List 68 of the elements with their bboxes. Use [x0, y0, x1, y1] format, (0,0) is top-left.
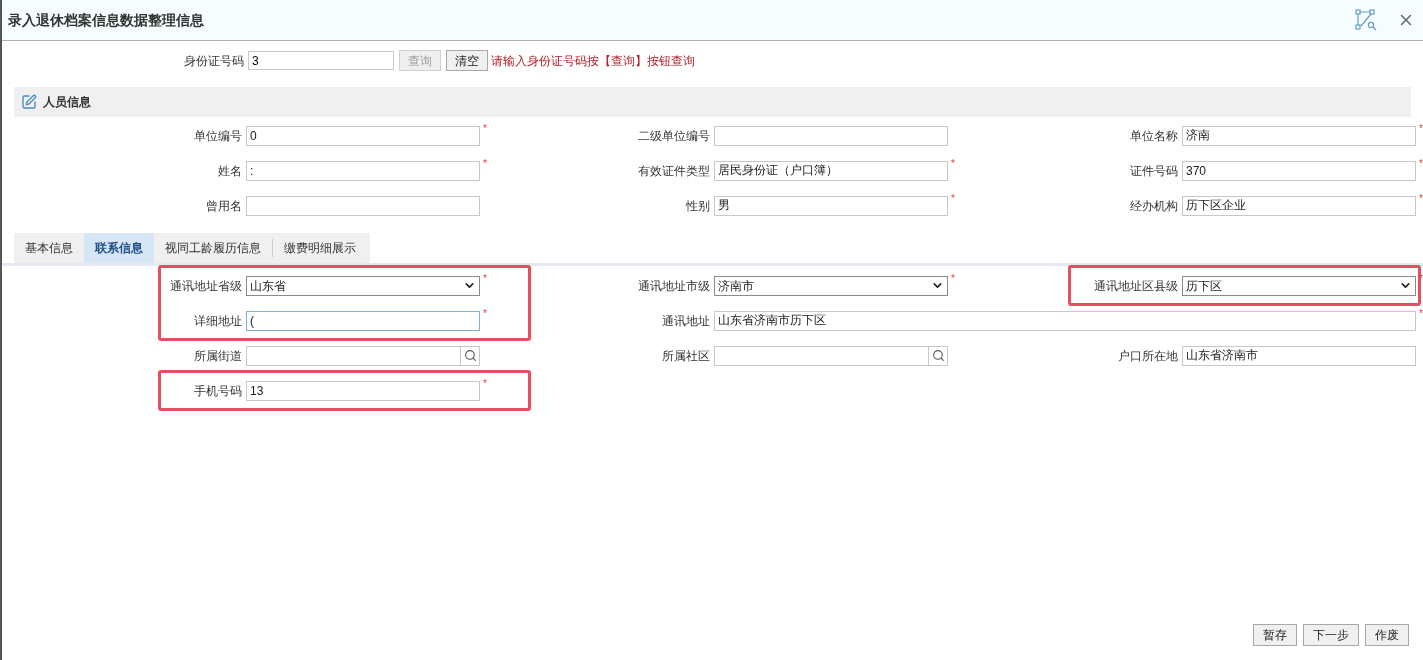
text-field[interactable]: 居民身份证（户口簿）	[714, 160, 948, 181]
field-label: 所属社区	[662, 347, 710, 365]
field-label: 通讯地址市级	[638, 277, 710, 295]
required-mark: *	[1419, 124, 1421, 134]
edit-icon	[21, 94, 37, 110]
tab[interactable]: 缴费明细展示	[273, 233, 367, 263]
action-button[interactable]: 清空	[446, 50, 488, 71]
required-mark: *	[1419, 274, 1421, 284]
field-label: 性别	[686, 197, 710, 215]
required-mark: *	[951, 274, 956, 284]
action-button[interactable]: 暂存	[1253, 624, 1297, 646]
search-button[interactable]	[928, 346, 947, 365]
text-field[interactable]: 济南	[1182, 125, 1416, 146]
required-mark: *	[483, 309, 488, 319]
text-field[interactable]: 山东省济南市历下区	[714, 310, 1416, 331]
dropdown-field[interactable]: 山东省	[246, 275, 480, 296]
field-label: 单位名称	[1130, 127, 1178, 145]
search-icon	[463, 349, 477, 362]
text-field[interactable]	[714, 125, 948, 146]
field-label: 通讯地址区县级	[1094, 277, 1178, 295]
field-label: 手机号码	[194, 382, 242, 400]
required-mark: *	[483, 124, 488, 134]
field-label: 证件号码	[1130, 162, 1178, 180]
dropdown-field[interactable]: 历下区	[1182, 275, 1416, 296]
text-field[interactable]: 山东省济南市	[1182, 345, 1416, 366]
required-mark: *	[951, 159, 956, 169]
field-label: 姓名	[218, 162, 242, 180]
text-field[interactable]: (	[246, 310, 480, 331]
field-label: 户口所在地	[1118, 347, 1178, 365]
field-label: 曾用名	[206, 197, 242, 215]
lookup-field[interactable]	[714, 345, 948, 366]
hint-text: 请输入身份证号码按【查询】按钮查询	[491, 52, 695, 70]
tab[interactable]: 视同工龄履历信息	[154, 233, 272, 263]
text-field[interactable]: :	[246, 160, 480, 181]
text-field[interactable]: 历下区企业	[1182, 195, 1416, 216]
text-field[interactable]: 3	[248, 51, 394, 70]
section-title: 人员信息	[43, 94, 91, 111]
field-label: 二级单位编号	[638, 127, 710, 145]
field-label: 有效证件类型	[638, 162, 710, 180]
required-mark: *	[1419, 309, 1421, 319]
required-mark: *	[951, 194, 956, 204]
required-mark: *	[483, 379, 488, 389]
field-label: 详细地址	[194, 312, 242, 330]
text-field[interactable]: 男	[714, 195, 948, 216]
required-mark: *	[483, 274, 488, 284]
text-field[interactable]: 370	[1182, 160, 1416, 181]
required-mark: *	[1419, 159, 1421, 169]
window-title: 录入退休档案信息数据整理信息	[8, 10, 204, 30]
search-icon	[931, 349, 945, 362]
selection-icon[interactable]	[1355, 9, 1377, 31]
required-mark: *	[483, 159, 488, 169]
tab[interactable]: 基本信息	[14, 233, 84, 263]
text-field[interactable]: 13	[246, 380, 480, 401]
field-label: 通讯地址	[662, 312, 710, 330]
field-label: 所属街道	[194, 347, 242, 365]
action-button[interactable]: 下一步	[1303, 624, 1359, 646]
text-field[interactable]: 0	[246, 125, 480, 146]
dropdown-field[interactable]: 济南市	[714, 275, 948, 296]
field-label: 单位编号	[194, 127, 242, 145]
tab[interactable]: 联系信息	[84, 233, 154, 263]
text-field[interactable]	[246, 195, 480, 216]
field-label: 经办机构	[1130, 197, 1178, 215]
lookup-field[interactable]	[246, 345, 480, 366]
action-button[interactable]: 作废	[1365, 624, 1409, 646]
field-label: 身份证号码	[183, 52, 244, 70]
search-button[interactable]	[460, 346, 479, 365]
required-mark: *	[1419, 194, 1421, 204]
field-label: 通讯地址省级	[170, 277, 242, 295]
